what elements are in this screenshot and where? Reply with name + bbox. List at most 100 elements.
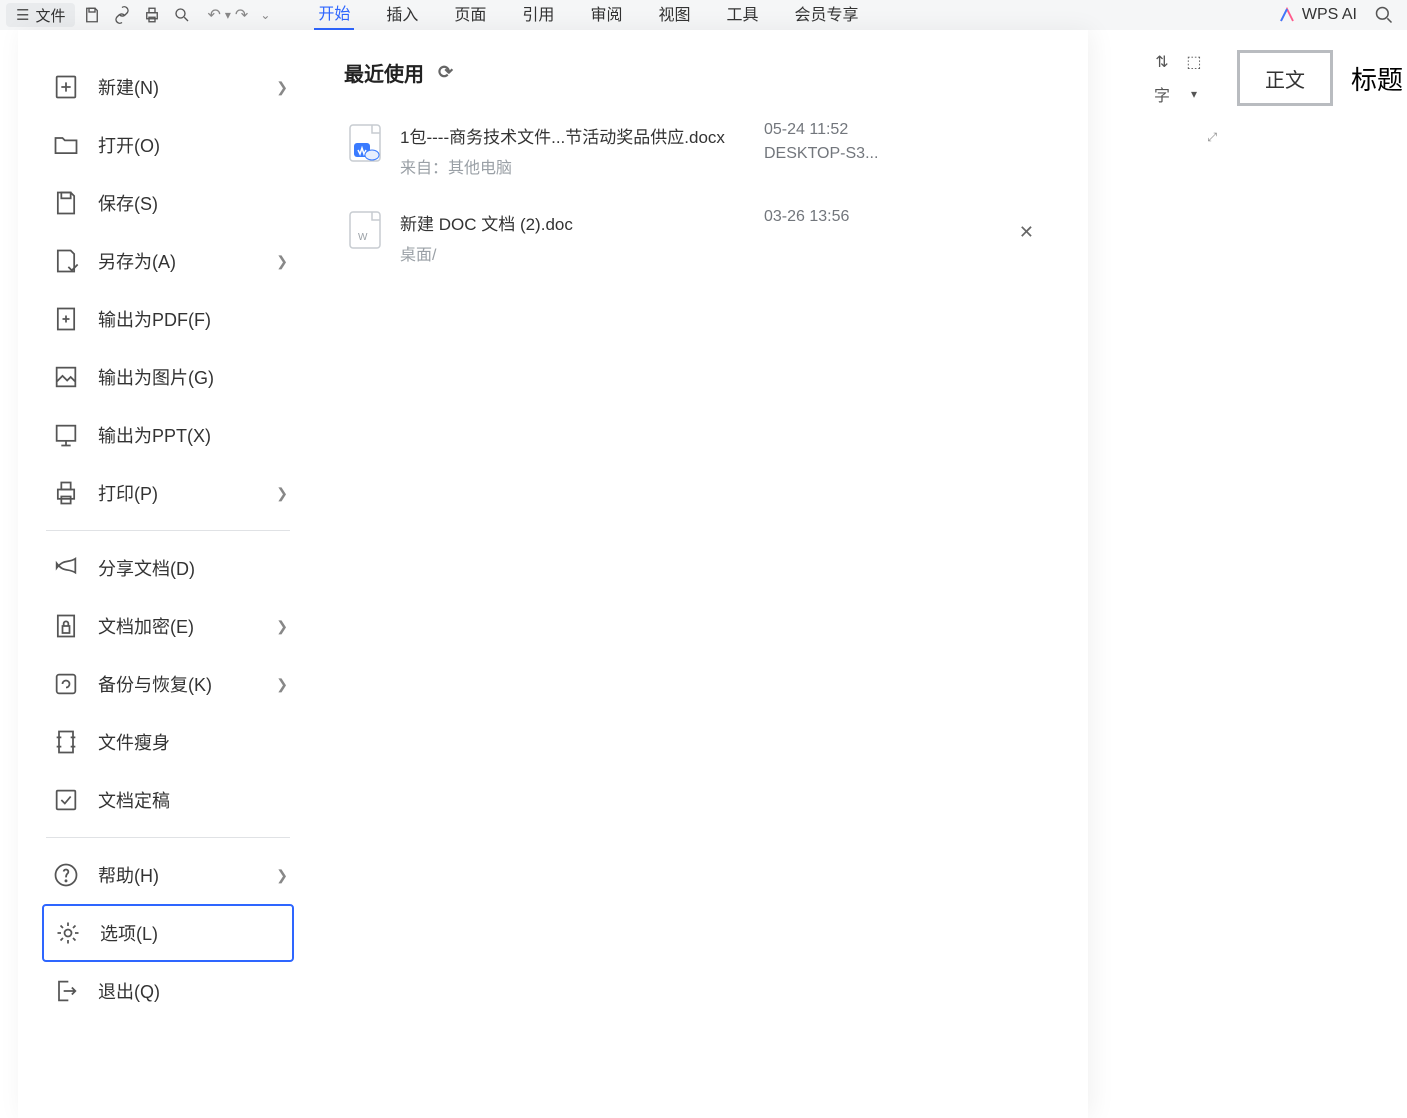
sidebar-item-help[interactable]: 帮助(H) ❯ — [42, 846, 294, 904]
undo-dropdown[interactable]: ▾ — [225, 8, 231, 22]
chevron-right-icon: ❯ — [276, 485, 288, 502]
sort-icon[interactable]: ⇅ — [1151, 51, 1173, 73]
sidebar-item-finalize[interactable]: 文档定稿 — [42, 771, 294, 829]
sidebar-item-label: 保存(S) — [98, 190, 158, 216]
toolbar-customize-dropdown[interactable]: ⌄ — [260, 8, 270, 22]
selection-pane-icon[interactable]: ⬚ — [1183, 51, 1205, 73]
wps-ai-logo-icon — [1278, 6, 1296, 24]
export-ppt-icon — [52, 421, 80, 449]
ribbon-styles-area: ⇅ ⬚ 字 ▾ 正文 标题 — [1151, 50, 1407, 106]
tab-insert[interactable]: 插入 — [382, 1, 422, 29]
remove-recent-icon[interactable]: ✕ — [1019, 222, 1034, 243]
sidebar-item-share[interactable]: 分享文档(D) — [42, 539, 294, 597]
sidebar-item-label: 另存为(A) — [98, 248, 176, 274]
print-icon[interactable] — [139, 2, 165, 28]
exit-icon — [52, 977, 80, 1005]
sidebar-item-ppt[interactable]: 输出为PPT(X) — [42, 406, 294, 464]
sidebar-item-label: 打开(O) — [98, 132, 160, 158]
file-source: 桌面/ — [400, 241, 573, 265]
file-time: 05-24 11:52 — [764, 121, 878, 139]
sidebar-item-label: 输出为PPT(X) — [98, 422, 211, 448]
sidebar-item-label: 帮助(H) — [98, 862, 159, 888]
new-file-icon — [52, 73, 80, 101]
save-as-icon — [52, 247, 80, 275]
ribbon-tabs: 开始 插入 页面 引用 审阅 视图 工具 会员专享 — [314, 0, 862, 31]
sidebar-item-label: 输出为PDF(F) — [98, 306, 211, 332]
sidebar-item-label: 输出为图片(G) — [98, 364, 214, 390]
sidebar-item-open[interactable]: 打开(O) — [42, 116, 294, 174]
sidebar-item-slim[interactable]: 文件瘦身 — [42, 713, 294, 771]
sidebar-item-label: 分享文档(D) — [98, 555, 195, 581]
file-menu-sidebar: 新建(N) ❯ 打开(O) 保存(S) 另存为(A) ❯ 输出为PDF(F) 输… — [18, 30, 318, 1118]
sidebar-item-label: 文档定稿 — [98, 787, 170, 813]
style-heading[interactable]: 标题 — [1351, 60, 1403, 97]
file-menu-button[interactable]: ☰ 文件 — [6, 3, 75, 27]
redo-icon[interactable]: ↷ — [233, 5, 250, 25]
menu-divider — [46, 530, 290, 531]
sidebar-item-label: 选项(L) — [100, 920, 158, 946]
sidebar-item-new[interactable]: 新建(N) ❯ — [42, 58, 294, 116]
chinese-layout-dropdown[interactable]: ▾ — [1183, 83, 1205, 105]
file-menu-panel: 新建(N) ❯ 打开(O) 保存(S) 另存为(A) ❯ 输出为PDF(F) 输… — [18, 30, 1088, 1118]
print-preview-icon[interactable] — [169, 2, 195, 28]
recent-file-item[interactable]: W 新建 DOC 文档 (2).doc 桌面/ 03-26 13:56 ✕ — [344, 204, 1062, 271]
sidebar-item-print[interactable]: 打印(P) ❯ — [42, 464, 294, 522]
style-normal[interactable]: 正文 — [1237, 50, 1333, 106]
wps-ai-button[interactable]: WPS AI — [1278, 6, 1357, 24]
help-icon — [52, 861, 80, 889]
file-menu-label: 文件 — [35, 5, 65, 26]
recent-file-item[interactable]: 1包----商务技术文件...节活动奖品供应.docx 来自：其他电脑 05-2… — [344, 117, 1062, 184]
menu-divider — [46, 837, 290, 838]
checkmark-doc-icon — [52, 786, 80, 814]
sidebar-item-label: 打印(P) — [98, 480, 158, 506]
sidebar-item-pdf[interactable]: 输出为PDF(F) — [42, 290, 294, 348]
file-device: DESKTOP-S3... — [764, 145, 878, 163]
sidebar-item-backup[interactable]: 备份与恢复(K) ❯ — [42, 655, 294, 713]
hamburger-icon: ☰ — [16, 6, 29, 24]
recent-title: 最近使用 — [344, 58, 424, 87]
file-name: 新建 DOC 文档 (2).doc — [400, 210, 573, 235]
sidebar-item-saveas[interactable]: 另存为(A) ❯ — [42, 232, 294, 290]
sidebar-item-save[interactable]: 保存(S) — [42, 174, 294, 232]
undo-icon[interactable]: ↶ — [205, 5, 222, 25]
sidebar-item-label: 新建(N) — [98, 74, 159, 100]
sidebar-item-label: 文档加密(E) — [98, 613, 194, 639]
chevron-right-icon: ❯ — [276, 79, 288, 96]
refresh-icon[interactable]: ⟳ — [438, 62, 453, 83]
save-icon[interactable] — [79, 2, 105, 28]
save-disk-icon — [52, 189, 80, 217]
backup-icon — [52, 670, 80, 698]
search-icon[interactable] — [1371, 2, 1397, 28]
file-time: 03-26 13:56 — [764, 208, 849, 226]
sidebar-item-image[interactable]: 输出为图片(G) — [42, 348, 294, 406]
tab-start[interactable]: 开始 — [314, 0, 354, 31]
open-folder-icon — [52, 131, 80, 159]
sidebar-item-label: 文件瘦身 — [98, 729, 170, 755]
ribbon-expand-icon[interactable]: ⤢ — [1207, 130, 1217, 145]
recent-files-panel: 最近使用 ⟳ 1包----商务技术文件...节活动奖品供应.docx 来自：其他… — [318, 30, 1088, 1118]
share-icon[interactable] — [109, 2, 135, 28]
tab-page[interactable]: 页面 — [450, 1, 490, 29]
recent-file-list: 1包----商务技术文件...节活动奖品供应.docx 来自：其他电脑 05-2… — [344, 117, 1062, 271]
chevron-right-icon: ❯ — [276, 867, 288, 884]
tab-reference[interactable]: 引用 — [518, 1, 558, 29]
export-image-icon — [52, 363, 80, 391]
gear-icon — [54, 919, 82, 947]
tab-review[interactable]: 审阅 — [586, 1, 626, 29]
tab-view[interactable]: 视图 — [654, 1, 694, 29]
tab-member[interactable]: 会员专享 — [790, 1, 862, 29]
file-source: 来自：其他电脑 — [400, 154, 725, 178]
sidebar-item-exit[interactable]: 退出(Q) — [42, 962, 294, 1020]
chinese-layout-icon[interactable]: 字 — [1151, 83, 1173, 105]
top-toolbar: ☰ 文件 ↶ ▾ ↷ ⌄ 开始 插入 页面 引用 审阅 视图 工具 会员专享 W… — [0, 0, 1407, 30]
file-name: 1包----商务技术文件...节活动奖品供应.docx — [400, 123, 725, 148]
wps-ai-label: WPS AI — [1302, 6, 1357, 24]
printer-icon — [52, 479, 80, 507]
export-pdf-icon — [52, 305, 80, 333]
chevron-right-icon: ❯ — [276, 253, 288, 270]
tab-tools[interactable]: 工具 — [722, 1, 762, 29]
sidebar-item-encrypt[interactable]: 文档加密(E) ❯ — [42, 597, 294, 655]
sidebar-item-options[interactable]: 选项(L) — [42, 904, 294, 962]
chevron-right-icon: ❯ — [276, 618, 288, 635]
sidebar-item-label: 退出(Q) — [98, 978, 160, 1004]
